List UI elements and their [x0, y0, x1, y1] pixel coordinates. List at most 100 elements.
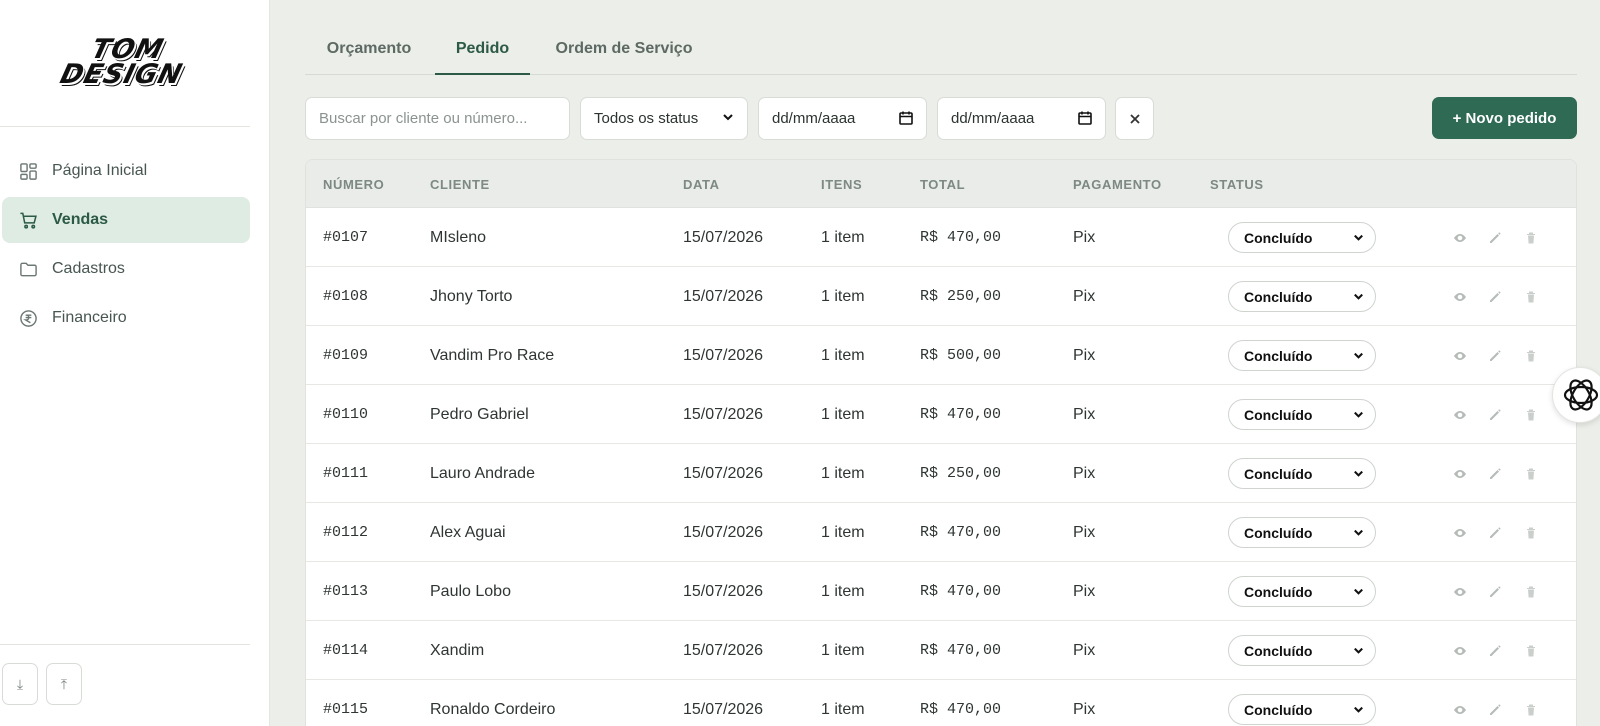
- pencil-button[interactable]: [1487, 230, 1503, 246]
- pencil-button[interactable]: [1487, 525, 1503, 541]
- column-header[interactable]: NÚMERO: [323, 177, 384, 192]
- trash-icon: [1523, 586, 1539, 604]
- eye-button[interactable]: [1452, 584, 1468, 600]
- eye-icon: [1452, 705, 1468, 722]
- table-row[interactable]: #0107 MIsleno 15/07/2026 1 item R$ 470,00 Pix…: [306, 208, 1576, 267]
- status-select[interactable]: Concluído: [1228, 635, 1376, 666]
- eye-button[interactable]: [1452, 348, 1468, 364]
- eye-button[interactable]: [1452, 407, 1468, 423]
- tab-ordem-de-servico[interactable]: Ordem de Serviço: [553, 40, 695, 75]
- search-input[interactable]: Buscar por cliente ou número...: [305, 97, 570, 140]
- pencil-button[interactable]: [1487, 702, 1503, 718]
- status-select[interactable]: Concluído: [1228, 281, 1376, 312]
- sidebar-item-pagina-inicial[interactable]: Página Inicial: [2, 148, 250, 194]
- trash-button[interactable]: [1523, 643, 1539, 659]
- table-row[interactable]: #0111 Lauro Andrade 15/07/2026 1 item R$ 250…: [306, 444, 1576, 503]
- trash-button[interactable]: [1523, 702, 1539, 718]
- calendar-icon[interactable]: [1077, 110, 1093, 126]
- order-number: #0109: [323, 347, 369, 364]
- eye-button[interactable]: [1452, 643, 1468, 659]
- eye-icon: [1452, 292, 1468, 309]
- pencil-button[interactable]: [1487, 584, 1503, 600]
- eye-button[interactable]: [1452, 702, 1468, 718]
- calendar-icon[interactable]: [898, 110, 914, 126]
- table-row[interactable]: #0115 Ronaldo Cordeiro 15/07/2026 1 item R$ …: [306, 680, 1576, 726]
- order-number: #0113: [323, 583, 369, 600]
- client-name: Alex Aguai: [430, 524, 506, 541]
- pencil-button[interactable]: [1487, 466, 1503, 482]
- status-filter-select[interactable]: Todos os status: [580, 97, 748, 140]
- order-number: #0112: [323, 524, 369, 541]
- column-header[interactable]: PAGAMENTO: [1073, 177, 1162, 192]
- item-count: 1 item: [821, 406, 865, 423]
- order-date: 15/07/2026: [683, 347, 764, 364]
- eye-button[interactable]: [1452, 466, 1468, 482]
- folder-icon: [18, 259, 38, 279]
- status-select[interactable]: Concluído: [1228, 340, 1376, 371]
- pencil-button[interactable]: [1487, 407, 1503, 423]
- status-select[interactable]: Concluído: [1228, 399, 1376, 430]
- chevron-down-icon: [723, 114, 733, 121]
- upload-button[interactable]: ⤒: [46, 663, 82, 705]
- sidebar-item-financeiro[interactable]: Financeiro: [2, 295, 250, 341]
- main-content: Orçamento Pedido Ordem de Serviço Buscar…: [305, 0, 1577, 726]
- table-row[interactable]: #0110 Pedro Gabriel 15/07/2026 1 item R$ 470…: [306, 385, 1576, 444]
- filter-bar: Buscar por cliente ou número... Todos os…: [305, 97, 1577, 140]
- shopping-cart-icon: [18, 210, 38, 230]
- status-select[interactable]: Concluído: [1228, 576, 1376, 607]
- pencil-button[interactable]: [1487, 643, 1503, 659]
- trash-button[interactable]: [1523, 230, 1539, 246]
- status-select[interactable]: Concluído: [1228, 517, 1376, 548]
- table-row[interactable]: #0112 Alex Aguai 15/07/2026 1 item R$ 470,00…: [306, 503, 1576, 562]
- clear-filters-button[interactable]: [1115, 97, 1154, 140]
- sidebar-item-label: Página Inicial: [52, 162, 148, 179]
- client-name: Pedro Gabriel: [430, 406, 529, 423]
- date-to-field[interactable]: dd/mm/aaaa: [937, 97, 1106, 140]
- download-button[interactable]: ⤓: [2, 663, 38, 705]
- column-header[interactable]: CLIENTE: [430, 177, 490, 192]
- payment-method: Pix: [1073, 347, 1096, 364]
- date-from-field[interactable]: dd/mm/aaaa: [758, 97, 927, 140]
- eye-button[interactable]: [1452, 289, 1468, 305]
- column-header[interactable]: STATUS: [1210, 177, 1264, 192]
- brand-logo[interactable]: TOM DESIGN: [40, 26, 210, 98]
- eye-button[interactable]: [1452, 525, 1468, 541]
- trash-icon: [1523, 468, 1539, 486]
- trash-button[interactable]: [1523, 584, 1539, 600]
- eye-button[interactable]: [1452, 230, 1468, 246]
- order-total: R$ 470,00: [920, 406, 1002, 423]
- table-row[interactable]: #0114 Xandim 15/07/2026 1 item R$ 470,00 Pix …: [306, 621, 1576, 680]
- eye-icon: [1452, 469, 1468, 486]
- sidebar: TOM DESIGN Página Inicial Vendas Cadastr…: [0, 0, 270, 726]
- trash-button[interactable]: [1523, 525, 1539, 541]
- order-total: R$ 470,00: [920, 642, 1002, 659]
- column-header[interactable]: DATA: [683, 177, 720, 192]
- pencil-button[interactable]: [1487, 348, 1503, 364]
- table-row[interactable]: #0109 Vandim Pro Race 15/07/2026 1 item R$ 5…: [306, 326, 1576, 385]
- status-select[interactable]: Concluído: [1228, 458, 1376, 489]
- trash-button[interactable]: [1523, 289, 1539, 305]
- column-header[interactable]: TOTAL: [920, 177, 965, 192]
- trash-button[interactable]: [1523, 407, 1539, 423]
- order-total: R$ 470,00: [920, 583, 1002, 600]
- tab-bar: Orçamento Pedido Ordem de Serviço: [305, 30, 1577, 75]
- assistant-button[interactable]: [1552, 367, 1600, 423]
- chevron-down-icon: [1354, 293, 1363, 300]
- item-count: 1 item: [821, 583, 865, 600]
- pencil-icon: [1487, 409, 1503, 427]
- tab-pedido[interactable]: Pedido: [435, 40, 530, 75]
- tab-orcamento[interactable]: Orçamento: [324, 40, 414, 75]
- trash-button[interactable]: [1523, 348, 1539, 364]
- pencil-button[interactable]: [1487, 289, 1503, 305]
- status-select[interactable]: Concluído: [1228, 694, 1376, 725]
- trash-button[interactable]: [1523, 466, 1539, 482]
- sidebar-item-vendas[interactable]: Vendas: [2, 197, 250, 243]
- table-row[interactable]: #0108 Jhony Torto 15/07/2026 1 item R$ 250,0…: [306, 267, 1576, 326]
- new-order-button[interactable]: + Novo pedido: [1432, 97, 1577, 139]
- sidebar-item-cadastros[interactable]: Cadastros: [2, 246, 250, 292]
- trash-icon: [1523, 232, 1539, 250]
- status-select[interactable]: Concluído: [1228, 222, 1376, 253]
- column-header[interactable]: ITENS: [821, 177, 862, 192]
- table-row[interactable]: #0113 Paulo Lobo 15/07/2026 1 item R$ 470,00…: [306, 562, 1576, 621]
- upload-icon: ⤒: [60, 675, 68, 692]
